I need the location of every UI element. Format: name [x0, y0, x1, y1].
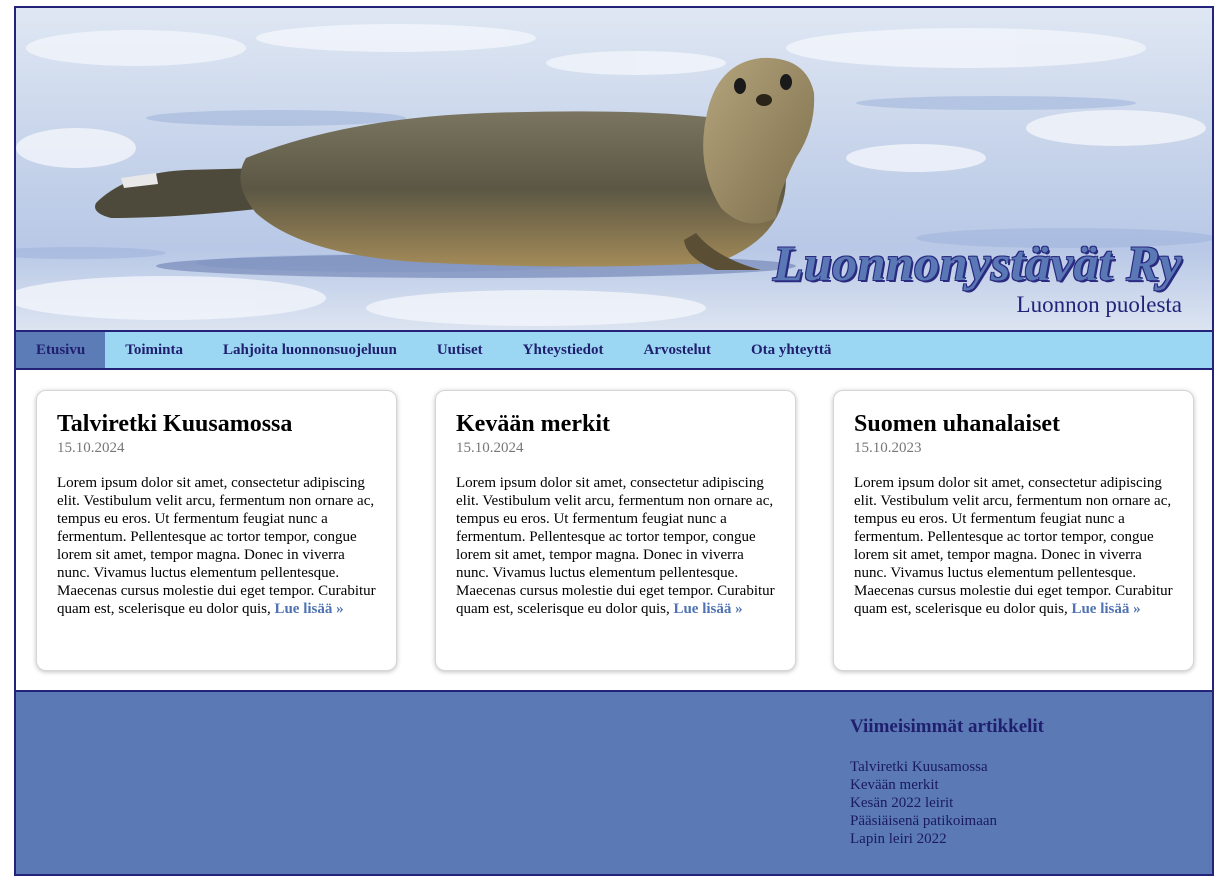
latest-article-link[interactable]: Talviretki Kuusamossa: [850, 758, 997, 776]
article-date: 15.10.2024: [57, 440, 125, 456]
site-title: Luonnonystävät Ry: [772, 235, 1182, 291]
latest-article-link[interactable]: Kesän 2022 leirit: [850, 794, 997, 812]
article-text: Lorem ipsum dolor sit amet, consectetur …: [456, 475, 775, 617]
article-date: 15.10.2024: [456, 440, 524, 456]
article-excerpt: Lorem ipsum dolor sit amet, consectetur …: [854, 474, 1173, 618]
article-title: Talviretki Kuusamossa: [57, 411, 293, 437]
article-title: Kevään merkit: [456, 411, 610, 437]
latest-articles-heading: Viimeisimmät artikkelit: [850, 716, 1045, 737]
article-text: Lorem ipsum dolor sit amet, consectetur …: [854, 475, 1173, 617]
latest-article-link[interactable]: Pääsiäisenä patikoimaan: [850, 812, 997, 830]
main-navigation: Etusivu Toiminta Lahjoita luonnonsuojelu…: [16, 330, 1212, 370]
latest-article-link[interactable]: Kevään merkit: [850, 776, 997, 794]
nav-item-lahjoita[interactable]: Lahjoita luonnonsuojeluun: [203, 332, 417, 368]
article-card: Talviretki Kuusamossa 15.10.2024 Lorem i…: [36, 390, 397, 671]
article-excerpt: Lorem ipsum dolor sit amet, consectetur …: [57, 474, 376, 618]
site-subtitle: Luonnon puolesta: [1016, 292, 1182, 317]
read-more-link[interactable]: Lue lisää »: [1071, 601, 1140, 617]
header-banner: Luonnonystävät Ry Luonnon puolesta: [16, 8, 1212, 330]
latest-article-link[interactable]: Lapin leiri 2022: [850, 830, 997, 848]
article-title: Suomen uhanalaiset: [854, 411, 1061, 437]
article-cards: Talviretki Kuusamossa 15.10.2024 Lorem i…: [16, 370, 1212, 690]
nav-item-arvostelut[interactable]: Arvostelut: [623, 332, 731, 368]
article-card: Kevään merkit 15.10.2024 Lorem ipsum dol…: [435, 390, 796, 671]
article-excerpt: Lorem ipsum dolor sit amet, consectetur …: [456, 474, 775, 618]
nav-item-yhteystiedot[interactable]: Yhteystiedot: [503, 332, 624, 368]
nav-item-uutiset[interactable]: Uutiset: [417, 332, 503, 368]
page-container: Luonnonystävät Ry Luonnon puolesta Etusi…: [14, 6, 1214, 876]
article-card: Suomen uhanalaiset 15.10.2023 Lorem ipsu…: [833, 390, 1194, 671]
nav-item-toiminta[interactable]: Toiminta: [105, 332, 203, 368]
nav-item-ota-yhteytta[interactable]: Ota yhteyttä: [731, 332, 851, 368]
article-text: Lorem ipsum dolor sit amet, consectetur …: [57, 475, 376, 617]
article-date: 15.10.2023: [854, 440, 922, 456]
nav-item-etusivu[interactable]: Etusivu: [16, 332, 106, 368]
read-more-link[interactable]: Lue lisää »: [274, 601, 343, 617]
footer: Viimeisimmät artikkelit Talviretki Kuusa…: [16, 690, 1212, 874]
read-more-link[interactable]: Lue lisää »: [673, 601, 742, 617]
latest-articles-list: Talviretki Kuusamossa Kevään merkit Kesä…: [850, 758, 997, 848]
